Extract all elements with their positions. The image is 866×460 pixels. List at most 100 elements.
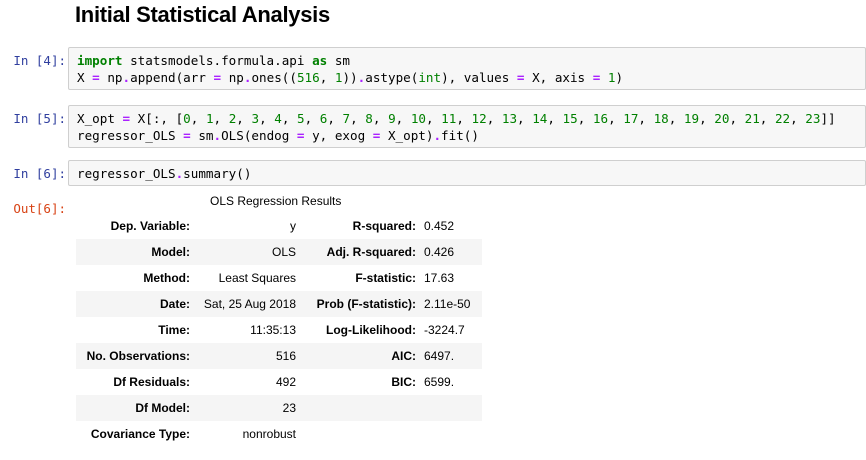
code-token: , bbox=[304, 111, 320, 126]
stat-value: y bbox=[190, 213, 296, 239]
code-token: 17 bbox=[623, 111, 639, 126]
code-token: , bbox=[577, 111, 593, 126]
code-token: 18 bbox=[653, 111, 669, 126]
stat-label: Df Residuals: bbox=[76, 369, 190, 395]
code-token: 9 bbox=[388, 111, 396, 126]
table-row: Model: OLS Adj. R-squared: 0.426 bbox=[76, 239, 482, 265]
stat-label bbox=[296, 395, 416, 421]
code-token: , bbox=[350, 111, 366, 126]
code-token: 5 bbox=[297, 111, 305, 126]
code-token: , bbox=[236, 111, 252, 126]
code-token: , bbox=[790, 111, 806, 126]
stat-label bbox=[296, 421, 416, 447]
code-line: regressor_OLS = sm.OLS(endog = y, exog =… bbox=[77, 127, 857, 144]
table-cell bbox=[416, 421, 482, 447]
code-token: )) bbox=[342, 70, 358, 85]
code-token: , bbox=[608, 111, 624, 126]
code-token: ones(( bbox=[251, 70, 297, 85]
code-token: , bbox=[327, 111, 343, 126]
input-prompt-4: In [4]: bbox=[13, 53, 66, 68]
code-line: X = np.append(arr = np.ones((516, 1)).as… bbox=[77, 69, 857, 86]
code-token: 21 bbox=[744, 111, 760, 126]
code-token: , bbox=[372, 111, 389, 126]
code-token: 11 bbox=[441, 111, 457, 126]
code-token: 1 bbox=[607, 70, 616, 85]
code-cell-6[interactable]: regressor_OLS.summary() bbox=[68, 160, 866, 186]
stat-label: Log-Likelihood: bbox=[296, 317, 416, 343]
stat-value: nonrobust bbox=[190, 421, 296, 447]
code-token: 1 bbox=[205, 111, 214, 126]
code-token: X bbox=[77, 70, 93, 85]
stat-label: Adj. R-squared: bbox=[296, 239, 416, 265]
code-line: regressor_OLS.summary() bbox=[77, 165, 857, 182]
code-token: , bbox=[426, 111, 442, 126]
stat-value: 6599. bbox=[424, 375, 455, 389]
code-token: 10 bbox=[410, 111, 426, 126]
code-token: int bbox=[418, 70, 442, 85]
code-token: np bbox=[221, 70, 244, 85]
code-token: ) bbox=[615, 70, 624, 85]
code-token: , bbox=[281, 111, 297, 126]
code-token: = bbox=[92, 70, 100, 85]
code-token: 516 bbox=[296, 70, 320, 85]
code-token: import bbox=[77, 53, 123, 68]
code-cell-4[interactable]: import statsmodels.formula.api as sm X = … bbox=[68, 47, 866, 90]
table-row: Dep. Variable: y R-squared: 0.452 bbox=[76, 213, 482, 239]
stat-label: Covariance Type: bbox=[76, 421, 190, 447]
stat-value: 0.452 bbox=[424, 219, 455, 233]
code-token: , bbox=[668, 111, 684, 126]
stat-label: R-squared: bbox=[296, 213, 416, 239]
code-token: sm bbox=[190, 128, 214, 143]
code-token: . bbox=[433, 128, 442, 143]
code-token: OLS(endog bbox=[221, 128, 297, 143]
input-prompt-6: In [6]: bbox=[13, 166, 66, 181]
table-cell: 2.11e-50 bbox=[416, 291, 482, 317]
stat-label: Dep. Variable: bbox=[76, 213, 190, 239]
table-cell: 0.452 bbox=[416, 213, 482, 239]
code-token: , bbox=[190, 111, 206, 126]
input-prompt-5: In [5]: bbox=[13, 111, 66, 126]
code-token: regressor_OLS bbox=[77, 166, 176, 181]
table-row: Df Model: 23 bbox=[76, 395, 482, 421]
code-token: 0 bbox=[183, 111, 191, 126]
stat-label: Method: bbox=[76, 265, 190, 291]
code-token: 13 bbox=[501, 111, 518, 126]
results-table-caption: OLS Regression Results bbox=[210, 194, 342, 208]
code-cell-5[interactable]: X_opt = X[:, [0, 1, 2, 3, 4, 5, 6, 7, 8,… bbox=[68, 105, 866, 148]
code-token: X_opt) bbox=[380, 128, 434, 143]
table-row: Date: Sat, 25 Aug 2018 Prob (F-statistic):… bbox=[76, 291, 482, 317]
table-row: No. Observations: 516 AIC: 6497. bbox=[76, 343, 482, 369]
table-cell bbox=[416, 395, 482, 421]
code-token: X, axis bbox=[524, 70, 593, 85]
code-token: np bbox=[99, 70, 123, 85]
code-token: 8 bbox=[365, 111, 373, 126]
code-token: 7 bbox=[342, 111, 351, 126]
code-token: , bbox=[699, 111, 715, 126]
stat-value: 2.11e-50 bbox=[424, 297, 471, 311]
stat-value: 492 bbox=[190, 369, 296, 395]
code-token: X[:, [ bbox=[130, 111, 184, 126]
code-token: 15 bbox=[562, 111, 578, 126]
code-token: ]] bbox=[820, 111, 836, 126]
stat-label: Date: bbox=[76, 291, 190, 317]
table-row: Covariance Type: nonrobust bbox=[76, 421, 482, 447]
code-token: . bbox=[213, 128, 222, 143]
code-token: , bbox=[259, 111, 275, 126]
stat-value: OLS bbox=[190, 239, 296, 265]
stat-value: 23 bbox=[190, 395, 296, 421]
notebook-heading: Initial Statistical Analysis bbox=[75, 2, 330, 27]
output-prompt-6: Out[6]: bbox=[13, 201, 66, 216]
stat-value: -3224.7 bbox=[424, 323, 465, 337]
table-cell: 6497. bbox=[416, 343, 482, 369]
code-token: 23 bbox=[805, 111, 821, 126]
code-token: = bbox=[122, 111, 131, 126]
ols-results-table: Dep. Variable: y R-squared: 0.452 Model: OLS A… bbox=[76, 213, 482, 447]
code-token: statsmodels.formula.api bbox=[122, 53, 313, 68]
stat-label: Prob (F-statistic): bbox=[296, 291, 416, 317]
code-line: import statsmodels.formula.api as sm bbox=[77, 52, 857, 69]
code-token: 14 bbox=[532, 111, 548, 126]
code-token: , bbox=[319, 70, 335, 85]
code-token: , bbox=[517, 111, 533, 126]
code-token: , bbox=[456, 111, 472, 126]
code-token: , bbox=[638, 111, 654, 126]
